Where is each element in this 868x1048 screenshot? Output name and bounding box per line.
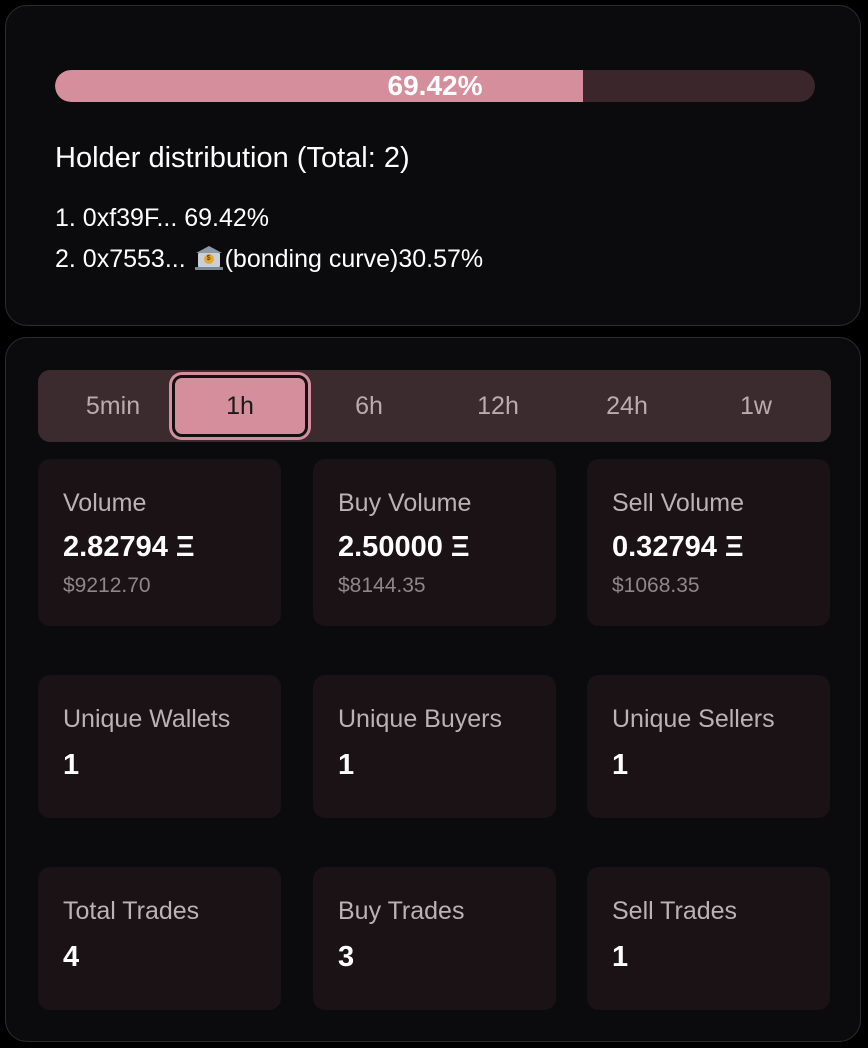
stat-label: Unique Sellers: [612, 705, 775, 733]
stat-label: Sell Trades: [612, 897, 738, 925]
stat-sell-trades: Sell Trades 1: [587, 867, 830, 1010]
holder-item-1[interactable]: 1. 0xf39F... 69.42%: [55, 202, 483, 243]
stat-unique-sellers: Unique Sellers 1: [587, 675, 830, 818]
tab-5min[interactable]: 5min: [45, 375, 181, 437]
stat-label: Unique Wallets: [63, 705, 231, 733]
stat-label: Sell Volume: [612, 489, 745, 517]
stat-usd: $1068.35: [612, 574, 700, 597]
bank-icon: $: [194, 246, 223, 270]
stat-label: Volume: [63, 489, 147, 517]
timeframe-tabs: 5min 1h 6h 12h 24h 1w: [38, 370, 831, 442]
stat-value: 1: [63, 749, 80, 781]
stat-value: 2.82794 Ξ: [63, 531, 195, 563]
holder-item-share: (bonding curve)30.57%: [224, 245, 484, 273]
tab-1h[interactable]: 1h: [172, 375, 308, 437]
stat-value: 3: [338, 941, 355, 973]
tab-6h[interactable]: 6h: [301, 375, 437, 437]
stat-sell-volume: Sell Volume 0.32794 Ξ $1068.35: [587, 459, 830, 626]
stat-label: Buy Trades: [338, 897, 465, 925]
stat-usd: $9212.70: [63, 574, 151, 597]
stat-total-trades: Total Trades 4: [38, 867, 281, 1010]
stat-label: Unique Buyers: [338, 705, 502, 733]
stat-value: 4: [63, 941, 80, 973]
tab-1w[interactable]: 1w: [688, 375, 824, 437]
tab-12h[interactable]: 12h: [430, 375, 566, 437]
stat-value: 0.32794 Ξ: [612, 531, 744, 563]
tab-24h[interactable]: 24h: [559, 375, 695, 437]
stat-unique-wallets: Unique Wallets 1: [38, 675, 281, 818]
stat-value: 1: [612, 941, 629, 973]
stat-value: 2.50000 Ξ: [338, 531, 470, 563]
stat-buy-trades: Buy Trades 3: [313, 867, 556, 1010]
holder-item-address: 2. 0x7553...: [55, 245, 186, 273]
stat-label: Buy Volume: [338, 489, 472, 517]
stat-value: 1: [612, 749, 629, 781]
stat-volume: Volume 2.82794 Ξ $9212.70: [38, 459, 281, 626]
stat-buy-volume: Buy Volume 2.50000 Ξ $8144.35: [313, 459, 556, 626]
stat-usd: $8144.35: [338, 574, 426, 597]
stat-label: Total Trades: [63, 897, 200, 925]
stat-value: 1: [338, 749, 355, 781]
holder-progress-bar: 69.42%: [55, 70, 815, 102]
holder-distribution-card: 69.42% Holder distribution (Total: 2) 1.…: [5, 5, 861, 326]
holder-list: 1. 0xf39F... 69.42% 2. 0x7553... $ (bond…: [55, 202, 483, 284]
holder-item-2[interactable]: 2. 0x7553... $ (bonding curve)30.57%: [55, 243, 483, 284]
stat-unique-buyers: Unique Buyers 1: [313, 675, 556, 818]
holder-item-text: 1. 0xf39F... 69.42%: [55, 204, 270, 232]
trade-stats-card: 5min 1h 6h 12h 24h 1w Volume 2.82794 Ξ $…: [5, 337, 861, 1042]
holder-distribution-title: Holder distribution (Total: 2): [55, 142, 410, 174]
holder-progress-label: 69.42%: [387, 70, 483, 101]
